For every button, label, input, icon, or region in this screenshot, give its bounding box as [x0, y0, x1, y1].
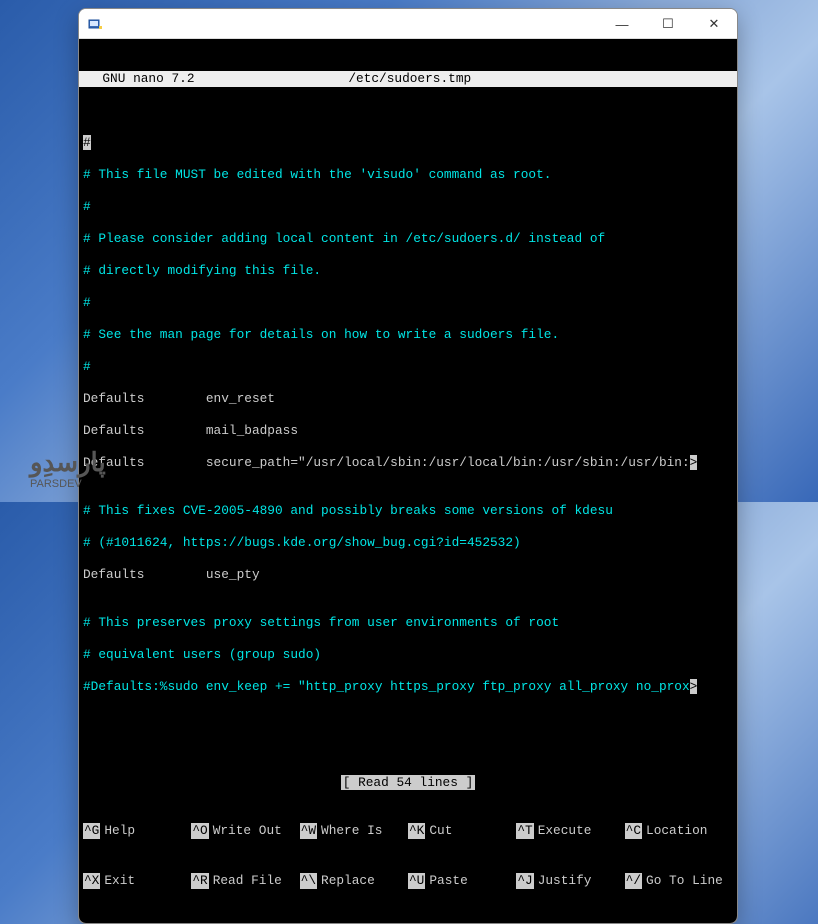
shortcut-replace: ^\Replace	[300, 873, 408, 889]
putty-window: — ☐ ✕ GNU nano 7.2 /etc/sudoers.tmp # # …	[78, 8, 738, 924]
editor-line: # This file MUST be edited with the 'vis…	[83, 167, 733, 183]
editor-line: # Please consider adding local content i…	[83, 231, 733, 247]
shortcut-gotoline: ^/Go To Line	[625, 873, 733, 889]
editor-line: #	[83, 359, 733, 375]
editor-line: # This preserves proxy settings from use…	[83, 615, 733, 631]
watermark: پارسدِو PARSDEV	[30, 447, 106, 490]
editor-line: #Defaults:%sudo env_keep += "http_proxy …	[83, 679, 733, 695]
brand-persian: پارسدِو	[30, 447, 106, 478]
shortcut-row-2: ^XExit ^RRead File ^\Replace ^UPaste ^JJ…	[79, 873, 737, 891]
editor-line: #	[83, 135, 733, 151]
brand-latin: PARSDEV	[30, 478, 106, 490]
file-path: /etc/sudoers.tmp	[195, 71, 625, 87]
shortcut-exit: ^XExit	[83, 873, 191, 889]
editor-line: Defaults env_reset	[83, 391, 733, 407]
shortcut-whereis: ^WWhere Is	[300, 823, 408, 839]
shortcut-readfile: ^RRead File	[191, 873, 299, 889]
editor-line: # See the man page for details on how to…	[83, 327, 733, 343]
editor-body[interactable]: # # This file MUST be edited with the 'v…	[79, 119, 737, 743]
editor-line: Defaults use_pty	[83, 567, 733, 583]
shortcut-paste: ^UPaste	[408, 873, 516, 889]
editor-line: # (#1011624, https://bugs.kde.org/show_b…	[83, 535, 733, 551]
editor-line: Defaults mail_badpass	[83, 423, 733, 439]
editor-line: Defaults secure_path="/usr/local/sbin:/u…	[83, 455, 733, 471]
editor-name: GNU nano 7.2	[81, 71, 195, 87]
editor-line: #	[83, 295, 733, 311]
editor-line: # This fixes CVE-2005-4890 and possibly …	[83, 503, 733, 519]
status-line: [ Read 54 lines ]	[79, 775, 737, 791]
editor-line: # directly modifying this file.	[83, 263, 733, 279]
shortcut-location: ^CLocation	[625, 823, 733, 839]
shortcut-execute: ^TExecute	[516, 823, 624, 839]
shortcut-help: ^GHelp	[83, 823, 191, 839]
titlebar[interactable]: — ☐ ✕	[79, 9, 737, 39]
shortcut-writeout: ^OWrite Out	[191, 823, 299, 839]
editor-line: #	[83, 199, 733, 215]
nano-header: GNU nano 7.2 /etc/sudoers.tmp	[79, 71, 737, 87]
editor-line: # equivalent users (group sudo)	[83, 647, 733, 663]
shortcut-row-1: ^GHelp ^OWrite Out ^WWhere Is ^KCut ^TEx…	[79, 823, 737, 841]
minimize-button[interactable]: —	[599, 9, 645, 39]
putty-icon	[87, 16, 103, 32]
titlebar-left	[87, 16, 103, 32]
titlebar-buttons: — ☐ ✕	[599, 9, 737, 38]
maximize-button[interactable]: ☐	[645, 9, 691, 39]
close-button[interactable]: ✕	[691, 9, 737, 39]
shortcut-justify: ^JJustify	[516, 873, 624, 889]
terminal[interactable]: GNU nano 7.2 /etc/sudoers.tmp # # This f…	[79, 39, 737, 923]
shortcut-cut: ^KCut	[408, 823, 516, 839]
